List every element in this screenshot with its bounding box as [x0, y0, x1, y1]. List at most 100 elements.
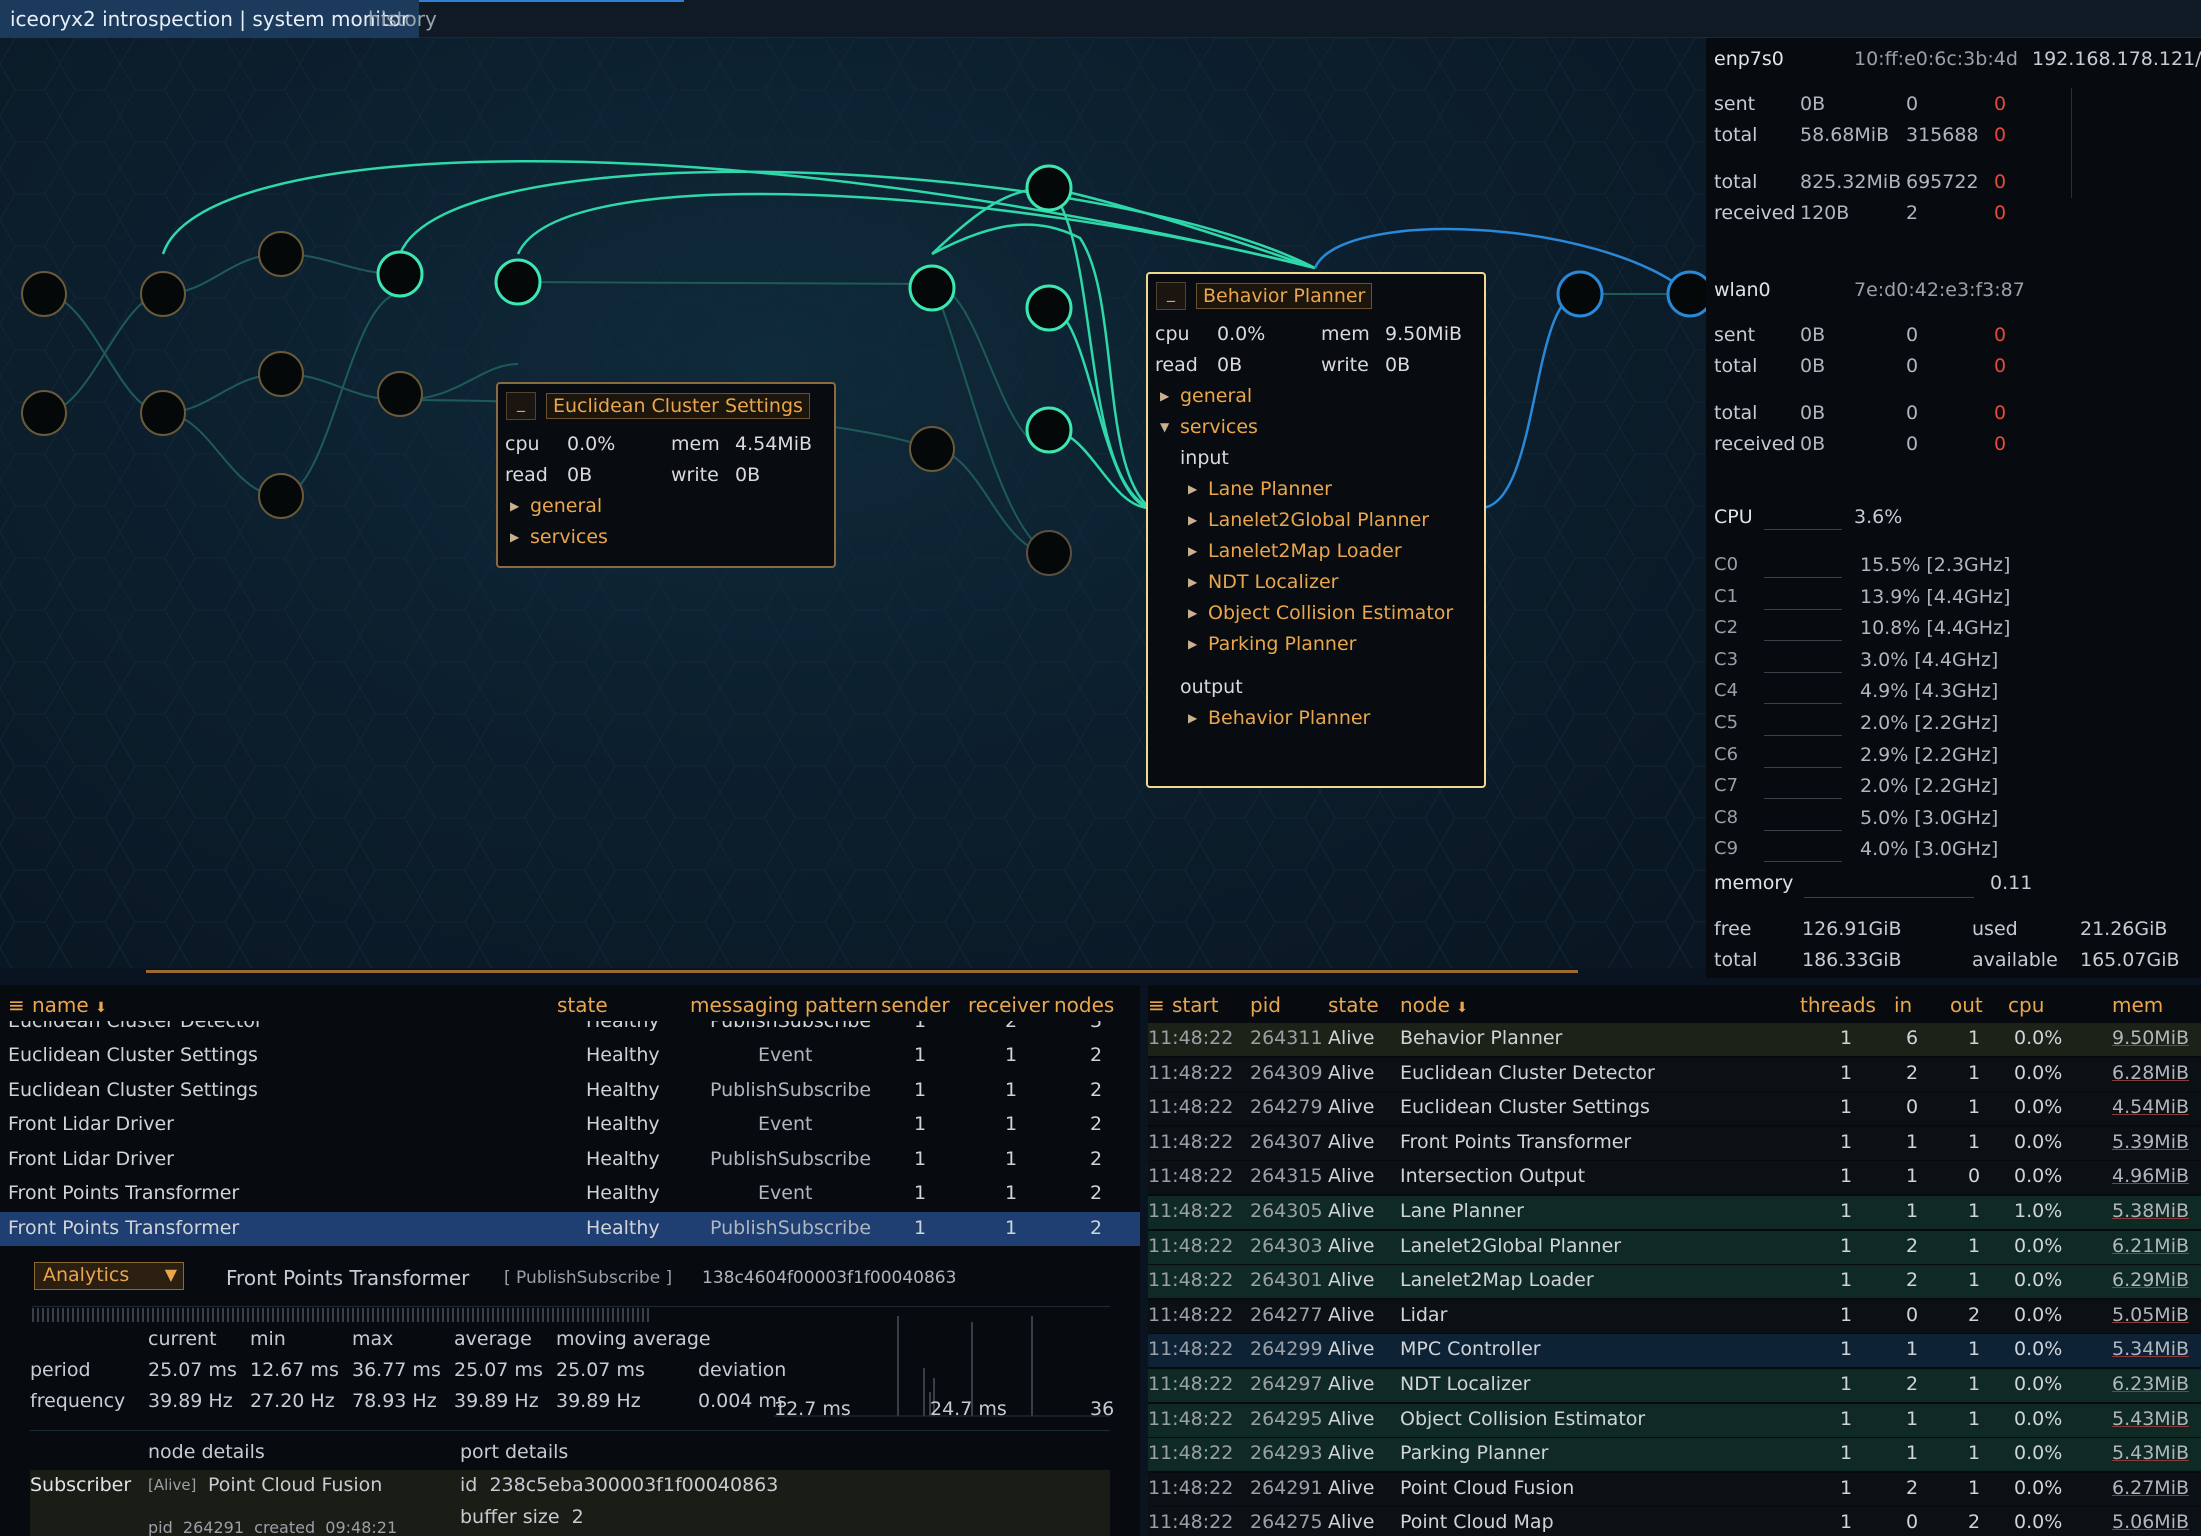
- table-row[interactable]: 11:48:22 264311 Alive Behavior Planner 1 6 1 0.…: [1148, 1023, 2201, 1056]
- node-graph-canvas[interactable]: _ Euclidean Cluster Settings cpu 0.0% me…: [0, 38, 1706, 968]
- graph-node[interactable]: [1025, 284, 1073, 332]
- col-receiver[interactable]: receiver: [968, 993, 1049, 1017]
- net-packets: 2: [1906, 202, 1919, 224]
- tree-general[interactable]: ▶ general: [1148, 380, 1484, 411]
- col-in[interactable]: in: [1894, 993, 1912, 1017]
- out-cell: 1: [1968, 1096, 1981, 1119]
- table-row[interactable]: 11:48:22 264277 Alive Lidar 1 0 2 0.0% 5.05MiB: [1148, 1299, 2201, 1333]
- graph-node[interactable]: [1025, 406, 1073, 454]
- out-cell: 1: [1968, 1200, 1981, 1222]
- table-row[interactable]: Front Points Transformer Healthy PublishSu…: [0, 1211, 1140, 1246]
- graph-node[interactable]: [1666, 270, 1706, 318]
- col-cpu[interactable]: cpu: [2008, 993, 2044, 1017]
- tree-general[interactable]: ▶ general: [498, 490, 834, 521]
- graph-node[interactable]: [377, 371, 423, 417]
- col-out[interactable]: out: [1950, 993, 1983, 1017]
- graph-node[interactable]: [140, 271, 186, 317]
- table-row[interactable]: Euclidean Cluster Settings Healthy Event 1 1…: [0, 1039, 1140, 1073]
- net-packets: 0: [1906, 402, 1919, 424]
- table-row[interactable]: 11:48:22 264307 Alive Front Points Transfor…: [1148, 1126, 2201, 1160]
- port-details-heading: port details: [460, 1441, 569, 1463]
- col-pid[interactable]: pid: [1250, 993, 1281, 1017]
- graph-node[interactable]: [908, 264, 956, 312]
- graph-node[interactable]: [258, 351, 304, 397]
- analytics-dropdown[interactable]: Analytics ▼: [34, 1262, 184, 1290]
- service-name-cell: Front Lidar Driver: [8, 1147, 174, 1170]
- minimize-button[interactable]: _: [1156, 282, 1186, 310]
- input-service-item[interactable]: ▶ NDT Localizer: [1148, 566, 1484, 597]
- table-row[interactable]: Front Points Transformer Healthy Event 1 1 2: [0, 1177, 1140, 1211]
- table-row[interactable]: 11:48:22 264279 Alive Euclidean Cluster Set…: [1148, 1092, 2201, 1126]
- net-label: received: [1714, 433, 1796, 455]
- table-row[interactable]: 11:48:22 264301 Alive Lanelet2Map Loader 1 2 1…: [1148, 1265, 2201, 1299]
- menu-icon[interactable]: ≡: [8, 993, 25, 1017]
- nodes-table-header: ≡ start pid state node ⬇ threads in out …: [1148, 985, 2201, 1021]
- graph-node[interactable]: [258, 231, 304, 277]
- col-sender[interactable]: sender: [881, 993, 950, 1017]
- table-row-partial[interactable]: Euclidean Cluster Detector Healthy Publi…: [0, 1021, 1140, 1039]
- table-row[interactable]: 11:48:22 264305 Alive Lane Planner 1 1 1 1.0% 5.…: [1148, 1196, 2201, 1229]
- col-state[interactable]: state: [1328, 993, 1379, 1017]
- input-service-item[interactable]: ▶ Lane Planner: [1148, 473, 1484, 504]
- node-popup-behavior-planner[interactable]: _ Behavior Planner cpu 0.0% mem 9.50MiB …: [1146, 272, 1486, 788]
- table-row[interactable]: 11:48:22 264299 Alive MPC Controller 1 1 1 0.0%…: [1148, 1334, 2201, 1368]
- tab-system-monitor[interactable]: iceoryx2 introspection | system monitor: [0, 0, 420, 38]
- table-row[interactable]: Front Lidar Driver Healthy Event 1 1 2: [0, 1108, 1140, 1142]
- table-row[interactable]: 11:48:22 264291 Alive Point Cloud Fusion 1 2 1…: [1148, 1472, 2201, 1506]
- graph-node[interactable]: [1556, 270, 1604, 318]
- expand-arrow-icon: ▶: [1188, 543, 1198, 558]
- input-service-item[interactable]: ▶ Lanelet2Map Loader: [1148, 535, 1484, 566]
- table-row[interactable]: Front Lidar Driver Healthy PublishSubscrib…: [0, 1143, 1140, 1177]
- node-popup-ecs[interactable]: _ Euclidean Cluster Settings cpu 0.0% me…: [496, 382, 836, 568]
- col-mem[interactable]: mem: [2112, 993, 2163, 1017]
- col-node[interactable]: node ⬇: [1400, 993, 1468, 1017]
- table-row[interactable]: 11:48:22 264295 Alive Object Collision Esti…: [1148, 1403, 2201, 1437]
- graph-node[interactable]: [494, 258, 542, 306]
- core-sparkline: [1764, 645, 1842, 673]
- graph-node[interactable]: [909, 426, 955, 472]
- cpu-cell: 0.0%: [2014, 1303, 2063, 1326]
- input-service-item[interactable]: ▶ Parking Planner: [1148, 628, 1484, 659]
- col-name[interactable]: name ⬇: [32, 993, 107, 1017]
- pid-cell: 264315: [1250, 1165, 1323, 1188]
- sender-cell: 1: [914, 1078, 927, 1101]
- core-sparkline: [1764, 613, 1842, 642]
- col-messaging-pattern[interactable]: messaging pattern: [690, 993, 878, 1017]
- net-packets: 0: [1906, 433, 1919, 455]
- table-row[interactable]: 11:48:22 264297 Alive NDT Localizer 1 2 1 0.0% 6…: [1148, 1369, 2201, 1402]
- net-errors: 0: [1994, 402, 2007, 424]
- threads-cell: 1: [1840, 1234, 1853, 1257]
- net-errors: 0: [1994, 124, 2007, 146]
- graph-node[interactable]: [376, 250, 424, 298]
- table-row[interactable]: 11:48:22 264293 Alive Parking Planner 1 1 1 0.0…: [1148, 1438, 2201, 1472]
- output-service-item[interactable]: ▶ Behavior Planner: [1148, 702, 1484, 733]
- col-threads[interactable]: threads: [1800, 993, 1876, 1017]
- col-nodes[interactable]: nodes: [1054, 993, 1114, 1017]
- table-row[interactable]: 11:48:22 264303 Alive Lanelet2Global Planne…: [1148, 1230, 2201, 1264]
- table-row[interactable]: Euclidean Cluster Settings Healthy Publish…: [0, 1074, 1140, 1108]
- graph-node[interactable]: [258, 473, 304, 519]
- graph-node[interactable]: [1026, 530, 1072, 576]
- nodes-table[interactable]: ≡ start pid state node ⬇ threads in out …: [1148, 985, 2201, 1536]
- cpu-cell: 0.0%: [2014, 1476, 2063, 1499]
- menu-icon[interactable]: ≡: [1148, 993, 1165, 1017]
- panel-divider[interactable]: [146, 970, 1578, 973]
- tab-history[interactable]: history: [368, 7, 437, 31]
- table-row[interactable]: 11:48:22 264315 Alive Intersection Output 1 1…: [1148, 1161, 2201, 1195]
- col-max: max: [352, 1328, 394, 1350]
- tree-services[interactable]: ▶ services: [498, 521, 834, 552]
- graph-node[interactable]: [1025, 164, 1073, 212]
- input-service-item[interactable]: ▶ Object Collision Estimator: [1148, 597, 1484, 628]
- table-row[interactable]: 11:48:22 264309 Alive Euclidean Cluster Det…: [1148, 1057, 2201, 1091]
- col-state[interactable]: state: [557, 993, 608, 1017]
- graph-node[interactable]: [21, 390, 67, 436]
- minimize-button[interactable]: _: [506, 392, 536, 420]
- tree-services[interactable]: ▼ services: [1148, 411, 1484, 442]
- table-row[interactable]: 11:48:22 264275 Alive Point Cloud Map 1 0 2 0.0…: [1148, 1507, 2201, 1536]
- graph-node[interactable]: [140, 390, 186, 436]
- graph-node[interactable]: [21, 271, 67, 317]
- input-service-item[interactable]: ▶ Lanelet2Global Planner: [1148, 504, 1484, 535]
- col-start[interactable]: start: [1172, 993, 1219, 1017]
- threads-cell: 1: [1840, 1130, 1853, 1153]
- subscriber-row[interactable]: Subscriber [Alive] Point Cloud Fusion pi…: [30, 1470, 1110, 1536]
